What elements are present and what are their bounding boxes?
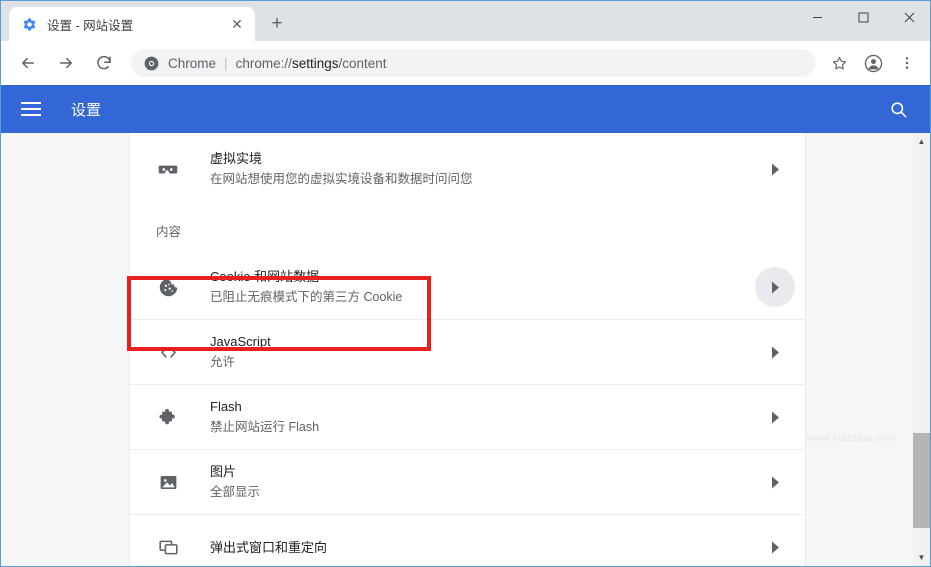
row-title: Flash	[210, 399, 242, 414]
reload-icon[interactable]	[88, 47, 120, 79]
back-icon[interactable]	[12, 47, 44, 79]
row-subtitle: 禁止网站运行 Flash	[210, 420, 320, 434]
new-tab-button[interactable]: +	[263, 10, 291, 38]
scroll-down-icon[interactable]: ▼	[913, 549, 930, 566]
profile-avatar-icon[interactable]	[858, 48, 888, 78]
section-label-content: 内容	[156, 224, 182, 239]
chevron-right-icon[interactable]	[765, 342, 785, 362]
tab-strip: 设置 - 网站设置 ✕ +	[1, 1, 930, 41]
settings-row-text: Flash 禁止网站运行 Flash	[210, 397, 765, 437]
row-subtitle: 全部显示	[210, 485, 261, 499]
settings-row-javascript[interactable]: JavaScript 允许	[130, 320, 805, 385]
url-suffix: /content	[338, 55, 387, 71]
settings-row-images[interactable]: 图片 全部显示	[130, 450, 805, 515]
vertical-scrollbar[interactable]: ▲ ▼	[913, 133, 930, 566]
minimize-button[interactable]	[794, 1, 840, 33]
scrollbar-thumb[interactable]	[913, 433, 930, 528]
address-bar[interactable]: Chrome | chrome://settings/content	[131, 49, 816, 77]
chevron-right-icon[interactable]	[755, 267, 795, 307]
chevron-right-icon[interactable]	[765, 159, 785, 179]
chevron-right-icon[interactable]	[765, 407, 785, 427]
settings-row-cookies[interactable]: Cookie 和网站数据 已阻止无痕模式下的第三方 Cookie	[130, 255, 805, 320]
row-subtitle: 已阻止无痕模式下的第三方 Cookie	[210, 290, 403, 304]
settings-row-vr[interactable]: 虚拟实境 在网站想使用您的虚拟实境设备和数据时问问您	[130, 133, 805, 205]
tab-title: 设置 - 网站设置	[47, 18, 134, 33]
puzzle-piece-icon	[156, 405, 180, 429]
row-title: JavaScript	[210, 334, 271, 349]
page-title: 设置	[71, 101, 102, 119]
gear-icon	[21, 16, 37, 32]
code-brackets-icon	[156, 340, 180, 364]
settings-card: 虚拟实境 在网站想使用您的虚拟实境设备和数据时问问您 内容 Cookie 和网站…	[129, 133, 806, 566]
row-subtitle: 在网站想使用您的虚拟实境设备和数据时问问您	[210, 172, 473, 186]
url-emphasis: settings	[291, 55, 339, 71]
search-icon[interactable]	[882, 93, 914, 125]
scroll-up-icon[interactable]: ▲	[913, 133, 930, 150]
row-subtitle: 允许	[210, 355, 236, 369]
row-title: Cookie 和网站数据	[210, 269, 320, 284]
omnibox-scheme-label: Chrome	[168, 55, 217, 71]
browser-menu-icon[interactable]	[892, 48, 922, 78]
browser-window: 设置 - 网站设置 ✕ + Chrome | chrome://settings…	[0, 0, 931, 567]
bookmark-star-icon[interactable]	[824, 48, 854, 78]
hamburger-icon[interactable]	[21, 96, 47, 122]
chrome-icon	[143, 55, 159, 71]
settings-content: 虚拟实境 在网站想使用您的虚拟实境设备和数据时问问您 内容 Cookie 和网站…	[1, 133, 930, 566]
settings-row-text: 弹出式窗口和重定向	[210, 538, 765, 557]
settings-row-text: 虚拟实境 在网站想使用您的虚拟实境设备和数据时问问您	[210, 149, 765, 189]
settings-row-text: JavaScript 允许	[210, 332, 765, 372]
watermark-small: www.xiazaiba.com	[807, 433, 896, 444]
vr-headset-icon	[156, 157, 180, 181]
chevron-right-icon[interactable]	[765, 472, 785, 492]
settings-row-text: Cookie 和网站数据 已阻止无痕模式下的第三方 Cookie	[210, 267, 755, 307]
close-icon[interactable]: ✕	[227, 14, 247, 34]
url-prefix: chrome://	[235, 55, 292, 71]
row-title: 弹出式窗口和重定向	[210, 540, 328, 555]
chevron-right-icon[interactable]	[765, 538, 785, 558]
browser-toolbar: Chrome | chrome://settings/content	[1, 41, 930, 85]
close-button[interactable]	[886, 1, 930, 33]
image-icon	[156, 470, 180, 494]
cookie-icon	[156, 275, 180, 299]
row-title: 图片	[210, 464, 237, 479]
settings-row-text: 图片 全部显示	[210, 462, 765, 502]
browser-tab[interactable]: 设置 - 网站设置 ✕	[9, 7, 255, 41]
settings-row-flash[interactable]: Flash 禁止网站运行 Flash	[130, 385, 805, 450]
settings-row-popups[interactable]: 弹出式窗口和重定向	[130, 515, 805, 566]
window-controls	[794, 1, 930, 33]
popup-window-icon	[156, 536, 180, 560]
forward-icon[interactable]	[50, 47, 82, 79]
row-title: 虚拟实境	[210, 151, 263, 166]
settings-header: 设置	[1, 85, 930, 133]
omnibox-url: chrome://settings/content	[236, 56, 387, 71]
maximize-button[interactable]	[840, 1, 886, 33]
omnibox-separator: |	[224, 55, 228, 71]
